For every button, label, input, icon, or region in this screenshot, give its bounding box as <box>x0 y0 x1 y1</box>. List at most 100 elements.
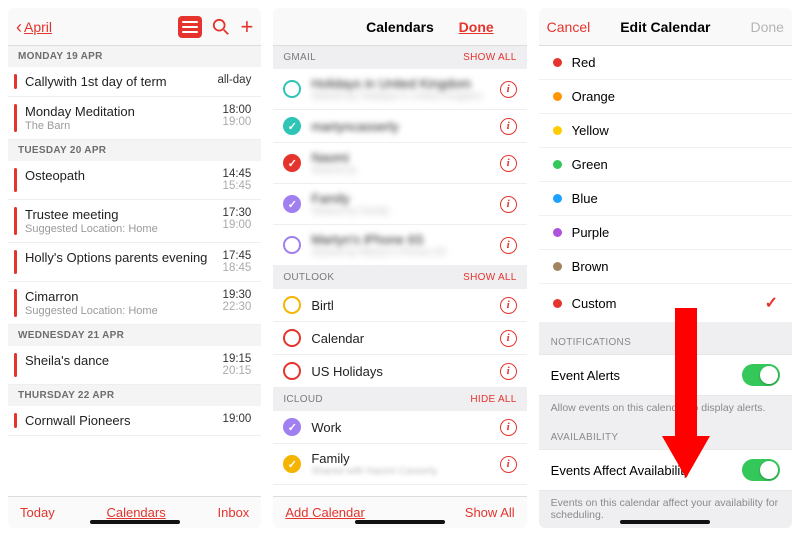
event-title: Cornwall Pioneers <box>25 413 223 428</box>
calendars-button[interactable]: Calendars <box>106 505 165 520</box>
done-button[interactable]: Done <box>459 19 494 35</box>
list-view-icon[interactable] <box>178 16 202 38</box>
calendar-checkbox-icon[interactable] <box>283 236 301 254</box>
calendar-row[interactable]: Martyn's iPhone 6SShared by Martyn's iPh… <box>273 225 526 266</box>
event-title: Trustee meeting <box>25 207 223 222</box>
calendar-row[interactable]: NaomiShared by i <box>273 143 526 184</box>
color-label: Green <box>572 157 608 172</box>
event-title: Callywith 1st day of term <box>25 74 217 89</box>
events-affect-row[interactable]: Events Affect Availability <box>539 449 792 491</box>
calendar-checkbox-icon[interactable] <box>283 329 301 347</box>
calendar-checkbox-icon[interactable] <box>283 418 301 436</box>
calendar-name: Birtl <box>311 298 489 313</box>
color-option[interactable]: Orange <box>539 80 792 114</box>
color-dot-icon <box>553 299 562 308</box>
calendar-checkbox-icon[interactable] <box>283 117 301 135</box>
color-option[interactable]: Green <box>539 148 792 182</box>
event-alerts-label: Event Alerts <box>551 368 620 383</box>
events-affect-toggle[interactable] <box>742 459 780 481</box>
event-alerts-toggle[interactable] <box>742 364 780 386</box>
event-times: 19:1520:15 <box>223 353 252 377</box>
event-row[interactable]: Cornwall Pioneers 19:00 <box>8 406 261 436</box>
calendar-row[interactable]: FamilyShared by Family i <box>273 184 526 225</box>
event-row[interactable]: Trustee meetingSuggested Location: Home … <box>8 200 261 243</box>
info-icon[interactable]: i <box>500 118 517 135</box>
calendar-row[interactable]: Birtl i <box>273 289 526 322</box>
show-all-button[interactable]: Show All <box>465 505 515 520</box>
info-icon[interactable]: i <box>500 297 517 314</box>
section-name: ICLOUD <box>283 394 323 405</box>
back-button[interactable]: ‹ April <box>16 18 52 36</box>
inbox-button[interactable]: Inbox <box>218 505 250 520</box>
event-title: Cimarron <box>25 289 223 304</box>
section-action[interactable]: SHOW ALL <box>463 52 517 63</box>
screen-title: Edit Calendar <box>620 19 710 35</box>
color-dot-icon <box>553 126 562 135</box>
color-option[interactable]: Purple <box>539 216 792 250</box>
calendar-subtitle: Shared by Holidays in United Kingdom <box>311 91 489 102</box>
events-list-screen: ‹ April + MONDAY 19 APR Callywith 1st da… <box>8 8 261 528</box>
events-scroll[interactable]: MONDAY 19 APR Callywith 1st day of term … <box>8 46 261 496</box>
calendar-checkbox-icon[interactable] <box>283 296 301 314</box>
calendar-checkbox-icon[interactable] <box>283 80 301 98</box>
home-indicator <box>355 520 445 524</box>
event-row[interactable]: Holly's Options parents evening 17:4518:… <box>8 243 261 282</box>
calendar-name: US Holidays <box>311 364 489 379</box>
calendar-row[interactable]: FamilyShared with Naomi Casserly i <box>273 444 526 485</box>
info-icon[interactable]: i <box>500 237 517 254</box>
calendar-row[interactable]: Work i <box>273 411 526 444</box>
edit-scroll[interactable]: Red Orange Yellow Green Blue Purple Brow… <box>539 46 792 528</box>
info-icon[interactable]: i <box>500 81 517 98</box>
today-button[interactable]: Today <box>20 505 55 520</box>
info-icon[interactable]: i <box>500 456 517 473</box>
calendar-name: martyncasserly <box>311 119 489 134</box>
calendars-screen: Calendars Done GMAILSHOW ALL Holidays in… <box>273 8 526 528</box>
add-calendar-button[interactable]: Add Calendar <box>285 505 365 520</box>
calendar-subtitle: Shared with Naomi Casserly <box>311 466 489 477</box>
calendar-name: Work <box>311 420 489 435</box>
event-title: Osteopath <box>25 168 223 183</box>
info-icon[interactable]: i <box>500 155 517 172</box>
calendar-name: Naomi <box>311 150 489 165</box>
add-event-button[interactable]: + <box>240 16 253 38</box>
event-row[interactable]: Callywith 1st day of term all-day <box>8 67 261 97</box>
section-action[interactable]: HIDE ALL <box>470 394 516 405</box>
info-icon[interactable]: i <box>500 419 517 436</box>
color-option[interactable]: Blue <box>539 182 792 216</box>
calendar-checkbox-icon[interactable] <box>283 195 301 213</box>
event-row[interactable]: Osteopath 14:4515:45 <box>8 161 261 200</box>
event-row[interactable]: Sheila's dance 19:1520:15 <box>8 346 261 385</box>
calendar-checkbox-icon[interactable] <box>283 362 301 380</box>
event-alerts-row[interactable]: Event Alerts <box>539 354 792 396</box>
calendar-row[interactable]: martyncasserly i <box>273 110 526 143</box>
color-option[interactable]: Red <box>539 46 792 80</box>
event-row[interactable]: CimarronSuggested Location: Home 19:3022… <box>8 282 261 325</box>
calendar-row[interactable]: Holidays in United KingdomShared by Holi… <box>273 69 526 110</box>
info-icon[interactable]: i <box>500 330 517 347</box>
calendar-checkbox-icon[interactable] <box>283 154 301 172</box>
color-option[interactable]: Yellow <box>539 114 792 148</box>
section-action[interactable]: SHOW ALL <box>463 272 517 283</box>
info-icon[interactable]: i <box>500 196 517 213</box>
color-label: Brown <box>572 259 609 274</box>
info-icon[interactable]: i <box>500 363 517 380</box>
back-label: April <box>24 19 52 35</box>
color-dot-icon <box>553 58 562 67</box>
home-indicator <box>620 520 710 524</box>
event-row[interactable]: Monday MeditationThe Barn 18:0019:00 <box>8 97 261 140</box>
calendar-name: Calendar <box>311 331 489 346</box>
cancel-button[interactable]: Cancel <box>547 19 591 35</box>
event-times: 14:4515:45 <box>223 168 252 192</box>
color-option[interactable]: Custom✓ <box>539 284 792 323</box>
color-label: Custom <box>572 296 617 311</box>
section-name: OUTLOOK <box>283 272 334 283</box>
color-dot-icon <box>553 194 562 203</box>
calendar-checkbox-icon[interactable] <box>283 455 301 473</box>
calendars-scroll[interactable]: GMAILSHOW ALL Holidays in United Kingdom… <box>273 46 526 496</box>
calendar-row[interactable]: Calendar i <box>273 322 526 355</box>
calendar-row[interactable]: US Holidays i <box>273 355 526 388</box>
calendar-name: Family <box>311 191 489 206</box>
search-icon[interactable] <box>212 18 230 36</box>
color-dot-icon <box>553 228 562 237</box>
color-option[interactable]: Brown <box>539 250 792 284</box>
